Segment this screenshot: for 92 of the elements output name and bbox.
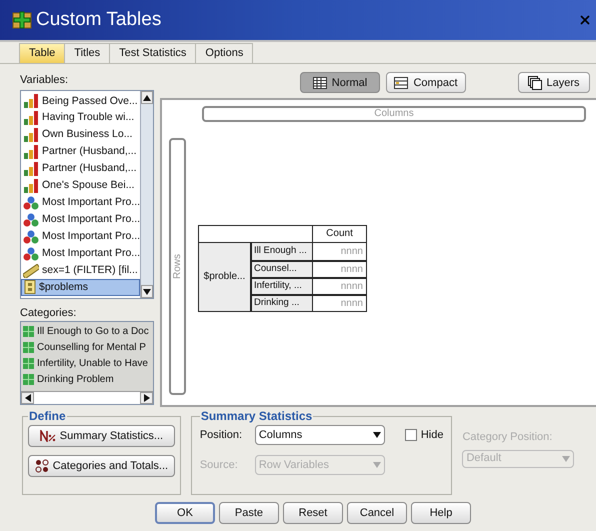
row-label-cell: Counsel... [252, 262, 313, 277]
variable-item[interactable]: Partner (Husband,... [21, 144, 140, 161]
count-cell-text: nnnn [340, 280, 364, 294]
variable-name: Partner (Husband,... [42, 144, 137, 160]
columns-label: Columns [374, 107, 414, 122]
scroll-left-icon [24, 394, 30, 402]
scroll-up-icon [143, 94, 151, 100]
bar-chart-icon [23, 178, 39, 193]
row-label-cell: Infertility, ... [252, 278, 313, 294]
scrollbar[interactable] [140, 91, 153, 298]
bar-chart-icon [23, 145, 39, 160]
rows-label: Rows [171, 254, 184, 279]
variable-item[interactable]: Being Passed Ove... [21, 93, 140, 110]
variable-name: sex=1 (FILTER) [fil... [42, 262, 138, 278]
grid-icon [23, 358, 34, 368]
variable-item[interactable]: Having Trouble wi... [21, 110, 140, 127]
dots-icon [34, 459, 49, 473]
variable-item[interactable]: $problems [21, 278, 140, 296]
category-name: Ill Enough to Go to a Doc [37, 324, 149, 338]
bar-chart-icon [23, 111, 39, 126]
grid-icon [23, 374, 34, 384]
summary-title: Summary Statistics [200, 408, 314, 425]
variable-item[interactable]: Most Important Pro... [21, 194, 140, 212]
variable-item[interactable]: Most Important Pro... [21, 228, 140, 246]
view-button[interactable]: Normal [300, 72, 380, 94]
variable-name: Most Important Pro... [42, 212, 140, 227]
position-dropdown[interactable]: Columns [254, 425, 385, 445]
grid-icon [23, 342, 34, 352]
variable-name: Most Important Pro... [42, 246, 140, 261]
variable-name: Partner (Husband,... [42, 161, 137, 176]
circles-icon [23, 196, 39, 210]
scroll-right-icon [144, 394, 150, 402]
variable-item[interactable]: Partner (Husband,... [21, 160, 140, 178]
dialog-button[interactable]: Reset [283, 502, 343, 524]
layers-button[interactable]: Layers [518, 72, 590, 94]
source-label: Source: [200, 458, 239, 473]
variable-name: Having Trouble wi... [42, 110, 134, 126]
dialog-button[interactable]: Paste [219, 502, 279, 524]
variable-name: Own Business Lo... [42, 127, 132, 142]
variable-name: Most Important Pro... [42, 228, 140, 244]
variable-item[interactable]: Most Important Pro... [21, 245, 140, 262]
variable-item[interactable]: One's Spouse Bei... [21, 178, 140, 194]
bar-chart-icon [23, 128, 39, 142]
set-icon [24, 280, 36, 294]
app-icon [12, 10, 32, 30]
row-variable-cell: $proble... [199, 242, 252, 311]
categories-label: Categories: [20, 306, 78, 319]
layers-icon [528, 76, 542, 90]
variable-item[interactable]: Own Business Lo... [21, 126, 140, 144]
dropdown-icon [562, 456, 570, 462]
variable-name: Most Important Pro... [42, 195, 140, 210]
variable-name: $problems [39, 280, 88, 295]
n-percent-icon [40, 430, 56, 442]
tab[interactable]: Options [195, 43, 254, 63]
circles-icon [23, 246, 39, 261]
category-position-label: Category Position: [462, 430, 554, 445]
circles-icon [23, 230, 39, 244]
compact-table-icon [394, 76, 408, 89]
table-icon [312, 76, 327, 89]
dialog-button[interactable]: OK [155, 502, 215, 524]
horizontal-scrollbar[interactable] [21, 391, 153, 404]
grid-icon [23, 326, 34, 336]
dropdown-icon [372, 462, 381, 468]
category-name: Infertility, Unable to Have [37, 356, 148, 370]
variable-item[interactable]: Most Important Pro... [21, 211, 140, 228]
category-name: Drinking Problem [37, 372, 114, 386]
view-button[interactable]: Compact [386, 72, 466, 94]
position-label: Position: [200, 428, 244, 443]
count-cell-text: nnnn [340, 244, 364, 259]
variable-name: Being Passed Ove... [42, 94, 138, 109]
bar-chart-icon [23, 94, 39, 108]
define-button[interactable]: Summary Statistics... [28, 425, 175, 447]
dialog-button[interactable]: Help [411, 502, 471, 524]
circles-icon [23, 212, 39, 227]
dropdown-icon [372, 432, 381, 438]
bar-chart-icon [23, 162, 39, 176]
variables-label: Variables: [20, 73, 70, 86]
tab[interactable]: Table [19, 43, 66, 63]
variable-name: One's Spouse Bei... [42, 178, 134, 194]
hide-checkbox[interactable]: Hide [404, 426, 444, 444]
close-icon[interactable] [578, 13, 592, 27]
count-cell-text: nnnn [340, 262, 364, 277]
dialog-button[interactable]: Cancel [347, 502, 407, 524]
category-name: Counselling for Mental P [37, 340, 146, 354]
define-button[interactable]: Categories and Totals... [28, 455, 175, 477]
window-title: Custom Tables [36, 8, 162, 32]
row-label-cell: Drinking ... [252, 296, 313, 311]
count-cell-text: nnnn [340, 296, 364, 311]
row-label-cell: Ill Enough ... [252, 242, 313, 260]
scroll-down-icon [143, 288, 151, 294]
define-title: Define [28, 408, 67, 425]
variable-item[interactable]: sex=1 (FILTER) [fil... [21, 262, 140, 279]
